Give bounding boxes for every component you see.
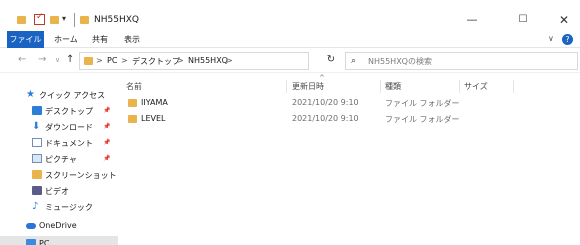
column-header-name[interactable]: 名前 <box>126 81 142 92</box>
column-header-type[interactable]: 種類 <box>385 81 401 92</box>
search-icon: ⌕ <box>351 56 357 66</box>
help-icon[interactable]: ? <box>562 34 573 45</box>
forward-button[interactable]: → <box>38 54 46 65</box>
sidebar-item-quick-access[interactable]: ★ クイック アクセス <box>0 87 118 103</box>
file-row[interactable]: LEVEL 2021/10/20 9:10 ファイル フォルダー <box>118 111 580 127</box>
column-divider[interactable] <box>286 80 287 93</box>
sidebar-item-downloads[interactable]: ⬇ ダウンロード 📌 <box>0 119 118 135</box>
documents-icon <box>32 138 42 147</box>
sidebar-item-label: ピクチャ <box>45 155 77 164</box>
file-type: ファイル フォルダー <box>385 115 460 124</box>
pin-icon: 📌 <box>103 155 111 162</box>
toolbar-divider <box>74 13 75 27</box>
sidebar-item-documents[interactable]: ドキュメント 📌 <box>0 135 118 151</box>
sidebar-item-pictures[interactable]: ピクチャ 📌 <box>0 151 118 167</box>
address-bar[interactable]: > PC > デスクトップ > NH55HXQ > ∨ <box>79 52 380 70</box>
folder-icon <box>128 99 137 107</box>
pc-icon <box>26 239 36 245</box>
column-divider[interactable] <box>459 80 460 93</box>
sidebar-item-screenshots[interactable]: スクリーンショット <box>0 167 118 183</box>
address-folder-icon <box>84 57 93 65</box>
file-row[interactable]: IIYAMA 2021/10/20 9:10 ファイル フォルダー <box>118 95 580 111</box>
file-date: 2021/10/20 9:10 <box>292 98 359 107</box>
breadcrumb-pc[interactable]: PC <box>107 56 117 65</box>
breadcrumb-nh55hxq[interactable]: NH55HXQ <box>188 56 228 65</box>
pin-icon: 📌 <box>103 139 111 146</box>
file-type: ファイル フォルダー <box>385 99 460 108</box>
breadcrumb-separator[interactable]: > <box>121 56 128 65</box>
search-placeholder: NH55HXQの検索 <box>368 57 432 66</box>
sidebar-item-label: OneDrive <box>39 221 77 230</box>
onedrive-cloud-icon <box>26 223 36 229</box>
music-icon: ♪ <box>32 201 39 212</box>
tab-home[interactable]: ホーム <box>54 31 78 48</box>
maximize-button[interactable]: ☐ <box>513 12 533 28</box>
file-name: LEVEL <box>141 114 166 123</box>
breadcrumb-separator[interactable]: > <box>226 56 233 65</box>
title-bar: ▾ NH55HXQ — ☐ ✕ <box>0 0 580 30</box>
sidebar-item-pc[interactable]: PC <box>0 236 118 245</box>
breadcrumb-desktop[interactable]: デスクトップ <box>132 56 180 67</box>
download-icon: ⬇ <box>32 121 41 132</box>
tab-file[interactable]: ファイル <box>7 31 44 48</box>
quick-access-folder-icon[interactable] <box>17 16 26 24</box>
recent-locations-button[interactable]: ∨ <box>55 56 60 64</box>
tab-share[interactable]: 共有 <box>92 31 108 48</box>
expand-ribbon-button[interactable]: ∨ <box>548 34 554 43</box>
close-button[interactable]: ✕ <box>554 12 574 28</box>
breadcrumb-separator[interactable]: > <box>177 56 184 65</box>
navigation-bar: ← → ∨ ↑ > PC > デスクトップ > NH55HXQ > ∨ ↻ ⌕ … <box>0 49 580 73</box>
pictures-icon <box>32 154 42 163</box>
sidebar-item-label: ダウンロード <box>45 123 93 132</box>
properties-icon[interactable] <box>34 12 45 25</box>
up-button[interactable]: ↑ <box>66 54 74 65</box>
column-divider[interactable] <box>513 80 514 93</box>
back-button[interactable]: ← <box>18 54 26 65</box>
breadcrumb-separator[interactable]: > <box>96 56 103 65</box>
desktop-icon <box>32 106 42 115</box>
file-date: 2021/10/20 9:10 <box>292 114 359 123</box>
column-header-size[interactable]: サイズ <box>464 81 488 92</box>
window-title: NH55HXQ <box>94 15 139 25</box>
sidebar-item-label: ビデオ <box>45 187 69 196</box>
refresh-button[interactable]: ↻ <box>322 54 340 68</box>
folder-icon <box>128 115 137 123</box>
pin-icon: 📌 <box>103 123 111 130</box>
folder-icon <box>32 170 42 179</box>
ribbon-tabs: ファイル ホーム 共有 表示 ∨ ? <box>0 31 580 48</box>
sidebar-item-label: デスクトップ <box>45 107 93 116</box>
column-header-row: ^ 名前 更新日時 種類 サイズ <box>118 74 580 94</box>
new-folder-icon[interactable] <box>50 16 59 24</box>
column-header-date[interactable]: 更新日時 <box>292 81 324 92</box>
customize-toolbar-dropdown[interactable]: ▾ <box>62 14 66 28</box>
minimize-button[interactable]: — <box>462 12 482 28</box>
star-icon: ★ <box>26 89 35 100</box>
sidebar-item-onedrive[interactable]: OneDrive <box>0 218 118 234</box>
window-folder-icon <box>80 16 89 24</box>
tab-view[interactable]: 表示 <box>124 31 140 48</box>
navigation-pane: ★ クイック アクセス デスクトップ 📌 ⬇ ダウンロード 📌 ドキュメント 📌… <box>0 74 118 245</box>
sidebar-item-label: クイック アクセス <box>39 91 106 100</box>
column-divider[interactable] <box>380 80 381 93</box>
sidebar-item-label: PC <box>39 239 50 245</box>
sidebar-item-label: ドキュメント <box>45 139 93 148</box>
sidebar-item-music[interactable]: ♪ ミュージック <box>0 199 118 215</box>
pin-icon: 📌 <box>103 107 111 114</box>
sidebar-item-videos[interactable]: ビデオ <box>0 183 118 199</box>
sidebar-item-desktop[interactable]: デスクトップ 📌 <box>0 103 118 119</box>
videos-icon <box>32 186 42 195</box>
sidebar-item-label: ミュージック <box>45 203 93 212</box>
sidebar-item-label: スクリーンショット <box>45 171 117 180</box>
search-field[interactable]: ⌕ NH55HXQの検索 <box>345 52 578 70</box>
file-name: IIYAMA <box>141 98 168 107</box>
